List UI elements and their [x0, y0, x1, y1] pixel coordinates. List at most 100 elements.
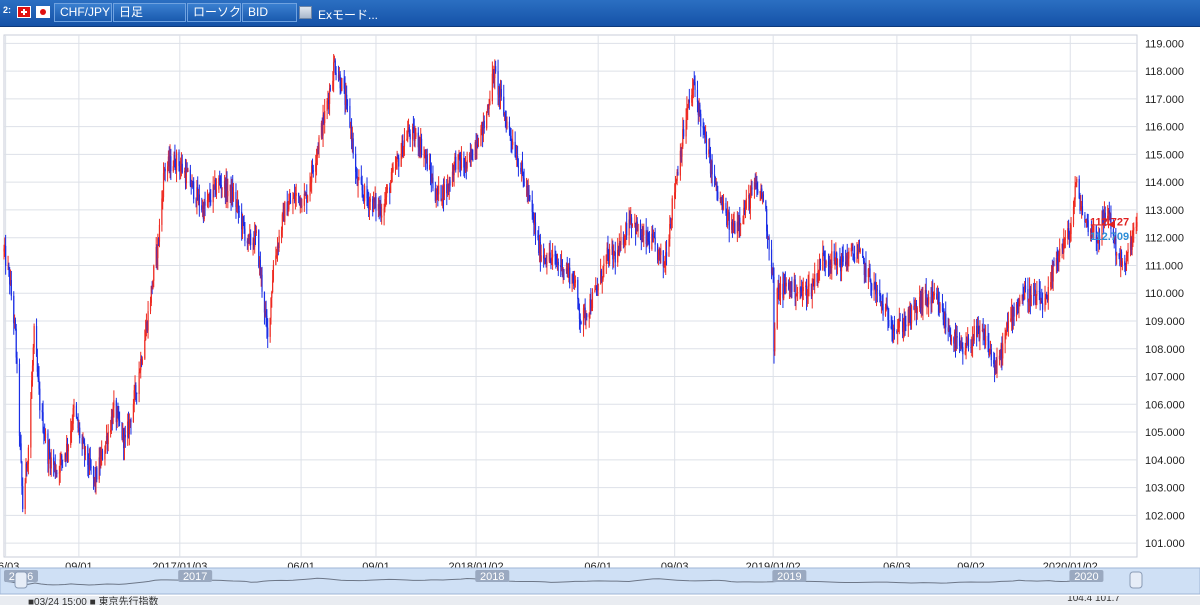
candle-body: [455, 156, 457, 170]
candle-body: [882, 303, 884, 316]
candle-body: [819, 258, 821, 270]
candle-body: [16, 357, 18, 364]
candle-body: [1047, 286, 1049, 301]
candle-body: [284, 201, 286, 222]
candle-body: [1036, 290, 1038, 296]
candle-body: [135, 385, 137, 393]
candle-body: [438, 185, 440, 195]
candle-body: [631, 223, 633, 227]
candle-body: [814, 273, 816, 287]
candle-body: [1081, 206, 1084, 216]
candle-body: [440, 185, 442, 201]
candle-body: [495, 66, 497, 72]
candle-body: [232, 192, 235, 200]
currency-pair-selector[interactable]: CHF/JPY: [54, 3, 112, 22]
candle-body: [170, 156, 172, 172]
navigator-year-label: 2019: [777, 571, 801, 583]
candle-body: [22, 486, 24, 509]
candle-body: [298, 193, 300, 197]
candle-body: [50, 457, 52, 469]
candle-body: [27, 447, 30, 465]
navigator-right-handle-icon[interactable]: [1129, 571, 1143, 589]
candle-body: [30, 398, 32, 448]
candle-body: [551, 254, 554, 258]
candle-body: [488, 104, 490, 110]
candle-body: [500, 88, 502, 97]
candle-body: [557, 262, 559, 266]
y-tick-label: 103.000: [1145, 483, 1185, 495]
candle-body: [973, 325, 975, 341]
candle-body: [420, 138, 423, 156]
candle-body: [869, 268, 871, 281]
candle-body: [577, 279, 579, 300]
candle-body: [329, 88, 331, 90]
y-tick-label: 111.000: [1145, 260, 1183, 272]
candle-body: [466, 160, 468, 169]
candle-body: [136, 392, 138, 395]
candle-body: [318, 137, 320, 150]
candle-body: [580, 322, 582, 325]
y-tick-label: 112.000: [1145, 233, 1184, 245]
price-side-selector[interactable]: BID: [242, 3, 297, 22]
candle-body: [574, 279, 576, 283]
candle-body: [745, 198, 747, 209]
candle-body: [1007, 321, 1009, 329]
candle-body: [506, 121, 508, 129]
candle-body: [1002, 343, 1004, 359]
candle-body: [529, 195, 531, 201]
candle-body: [295, 193, 297, 196]
y-tick-label: 105.000: [1145, 427, 1185, 439]
candle-body: [278, 235, 280, 248]
candle-body: [73, 405, 75, 409]
candle-body: [528, 189, 530, 196]
y-tick-label: 109.000: [1145, 316, 1185, 328]
candle-body: [785, 282, 787, 287]
candle-body: [683, 129, 685, 137]
candle-body: [517, 165, 520, 168]
navigator-strip[interactable]: 20162017201820192020: [0, 567, 1200, 595]
candle-body: [1074, 185, 1076, 200]
candle-body: [762, 194, 765, 202]
candle-body: [164, 168, 166, 172]
candle-body: [871, 283, 873, 291]
candle-body: [1087, 220, 1089, 233]
candle-body: [44, 433, 47, 438]
chart-style-selector[interactable]: ローソク: [187, 3, 241, 22]
candle-body: [1127, 249, 1129, 253]
candle-body: [107, 432, 109, 445]
candle-body: [512, 141, 514, 146]
candle-body: [312, 170, 314, 172]
candle-body: [1041, 303, 1044, 310]
candle-body: [357, 179, 359, 186]
candle-body: [791, 281, 793, 292]
panel-number: 2:: [3, 5, 12, 15]
candle-body: [1133, 227, 1135, 231]
candle-body: [728, 212, 730, 230]
candle-body: [84, 446, 86, 456]
ex-mode-label[interactable]: Exモード...: [318, 6, 378, 23]
y-tick-label: 102.000: [1145, 510, 1185, 522]
candle-body: [415, 132, 417, 137]
candle-body: [1059, 248, 1061, 256]
candle-body: [717, 191, 719, 199]
candle-body: [1064, 238, 1066, 240]
timeframe-selector[interactable]: 日足: [113, 3, 186, 22]
candle-body: [301, 205, 303, 208]
candle-body: [563, 270, 565, 272]
candle-body: [853, 256, 856, 262]
candle-body: [5, 245, 7, 266]
y-tick-label: 110.000: [1145, 288, 1184, 300]
y-tick-label: 119.000: [1145, 38, 1184, 50]
candle-body: [390, 182, 392, 194]
candle-body: [352, 138, 354, 154]
candle-body: [910, 305, 913, 324]
candle-body: [483, 120, 485, 129]
navigator-left-handle-icon[interactable]: [14, 571, 28, 589]
price-chart[interactable]: 119.000 118.000 117.000 116.000 115.000 114.0…: [0, 27, 1200, 596]
ex-mode-checkbox[interactable]: [299, 6, 312, 19]
candle-body: [700, 113, 702, 127]
candle-body: [523, 178, 525, 187]
candle-body: [916, 307, 918, 314]
status-text: ■03/24 15:00 ■ 東京先行指数: [28, 597, 159, 605]
candle-body: [671, 198, 673, 221]
